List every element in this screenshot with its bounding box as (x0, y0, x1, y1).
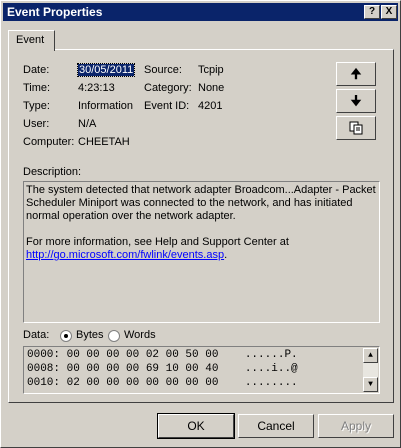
data-row: 0010: 02 00 00 00 00 00 00 00 ........ (27, 377, 298, 389)
computer-value[interactable]: CHEETAH (78, 136, 130, 148)
eventid-value[interactable]: 4201 (198, 100, 222, 112)
bytes-radio[interactable] (60, 330, 72, 342)
close-button[interactable]: X (381, 5, 397, 19)
arrow-up-icon: 🠉 (350, 66, 362, 81)
data-row: 0008: 00 00 00 00 69 10 00 40 ....i..@ (27, 363, 298, 375)
help-link[interactable]: http://go.microsoft.com/fwlink/events.as… (26, 249, 224, 261)
event-properties-dialog: Event Properties ? X Event Date: 30/05/2… (0, 0, 401, 448)
copy-icon (349, 121, 363, 135)
date-value[interactable]: 30/05/2011 (76, 63, 136, 77)
date-label: Date: (23, 64, 50, 76)
category-value[interactable]: None (198, 82, 224, 94)
description-label: Description: (23, 166, 82, 178)
window-title: Event Properties (7, 5, 103, 19)
description-help-text: For more information, see Help and Suppo… (26, 236, 289, 248)
copy-button[interactable] (336, 116, 376, 140)
time-label: Time: (23, 82, 51, 94)
computer-label: Computer: (23, 136, 75, 148)
data-hex-view[interactable]: 0000: 00 00 00 00 02 00 50 00 ......P. 0… (23, 346, 380, 394)
tab-event-label: Event (16, 34, 45, 46)
tab-event[interactable]: Event (8, 30, 55, 51)
words-radio-label[interactable]: Words (124, 329, 156, 341)
description-textbox[interactable]: The system detected that network adapter… (23, 181, 380, 323)
words-radio[interactable] (108, 330, 120, 342)
data-scrollbar[interactable]: ▲ ▼ (363, 348, 378, 392)
bytes-radio-label[interactable]: Bytes (76, 329, 104, 341)
scroll-down-button[interactable]: ▼ (363, 377, 378, 392)
data-row: 0000: 00 00 00 00 02 00 50 00 ......P. (27, 349, 298, 361)
link-suffix: . (224, 249, 228, 261)
category-label: Category: (144, 82, 192, 94)
ok-button[interactable]: OK (157, 413, 235, 439)
apply-button[interactable]: Apply (318, 414, 394, 438)
user-value[interactable]: N/A (78, 118, 96, 130)
type-label: Type: (23, 100, 50, 112)
scroll-up-button[interactable]: ▲ (363, 348, 378, 363)
source-label: Source: (144, 64, 182, 76)
description-text: The system detected that network adapter… (26, 184, 376, 222)
cancel-button[interactable]: Cancel (238, 414, 314, 438)
help-button[interactable]: ? (364, 5, 380, 19)
data-label: Data: (23, 329, 50, 341)
source-value[interactable]: Tcpip (198, 64, 224, 76)
time-value[interactable]: 4:23:13 (78, 82, 115, 94)
type-value[interactable]: Information (78, 100, 133, 112)
next-event-button[interactable]: 🠋 (336, 89, 376, 113)
eventid-label: Event ID: (144, 100, 190, 112)
previous-event-button[interactable]: 🠉 (336, 62, 376, 86)
user-label: User: (23, 118, 50, 130)
arrow-down-icon: 🠋 (350, 93, 362, 108)
title-bar[interactable]: Event Properties ? X (3, 3, 398, 21)
